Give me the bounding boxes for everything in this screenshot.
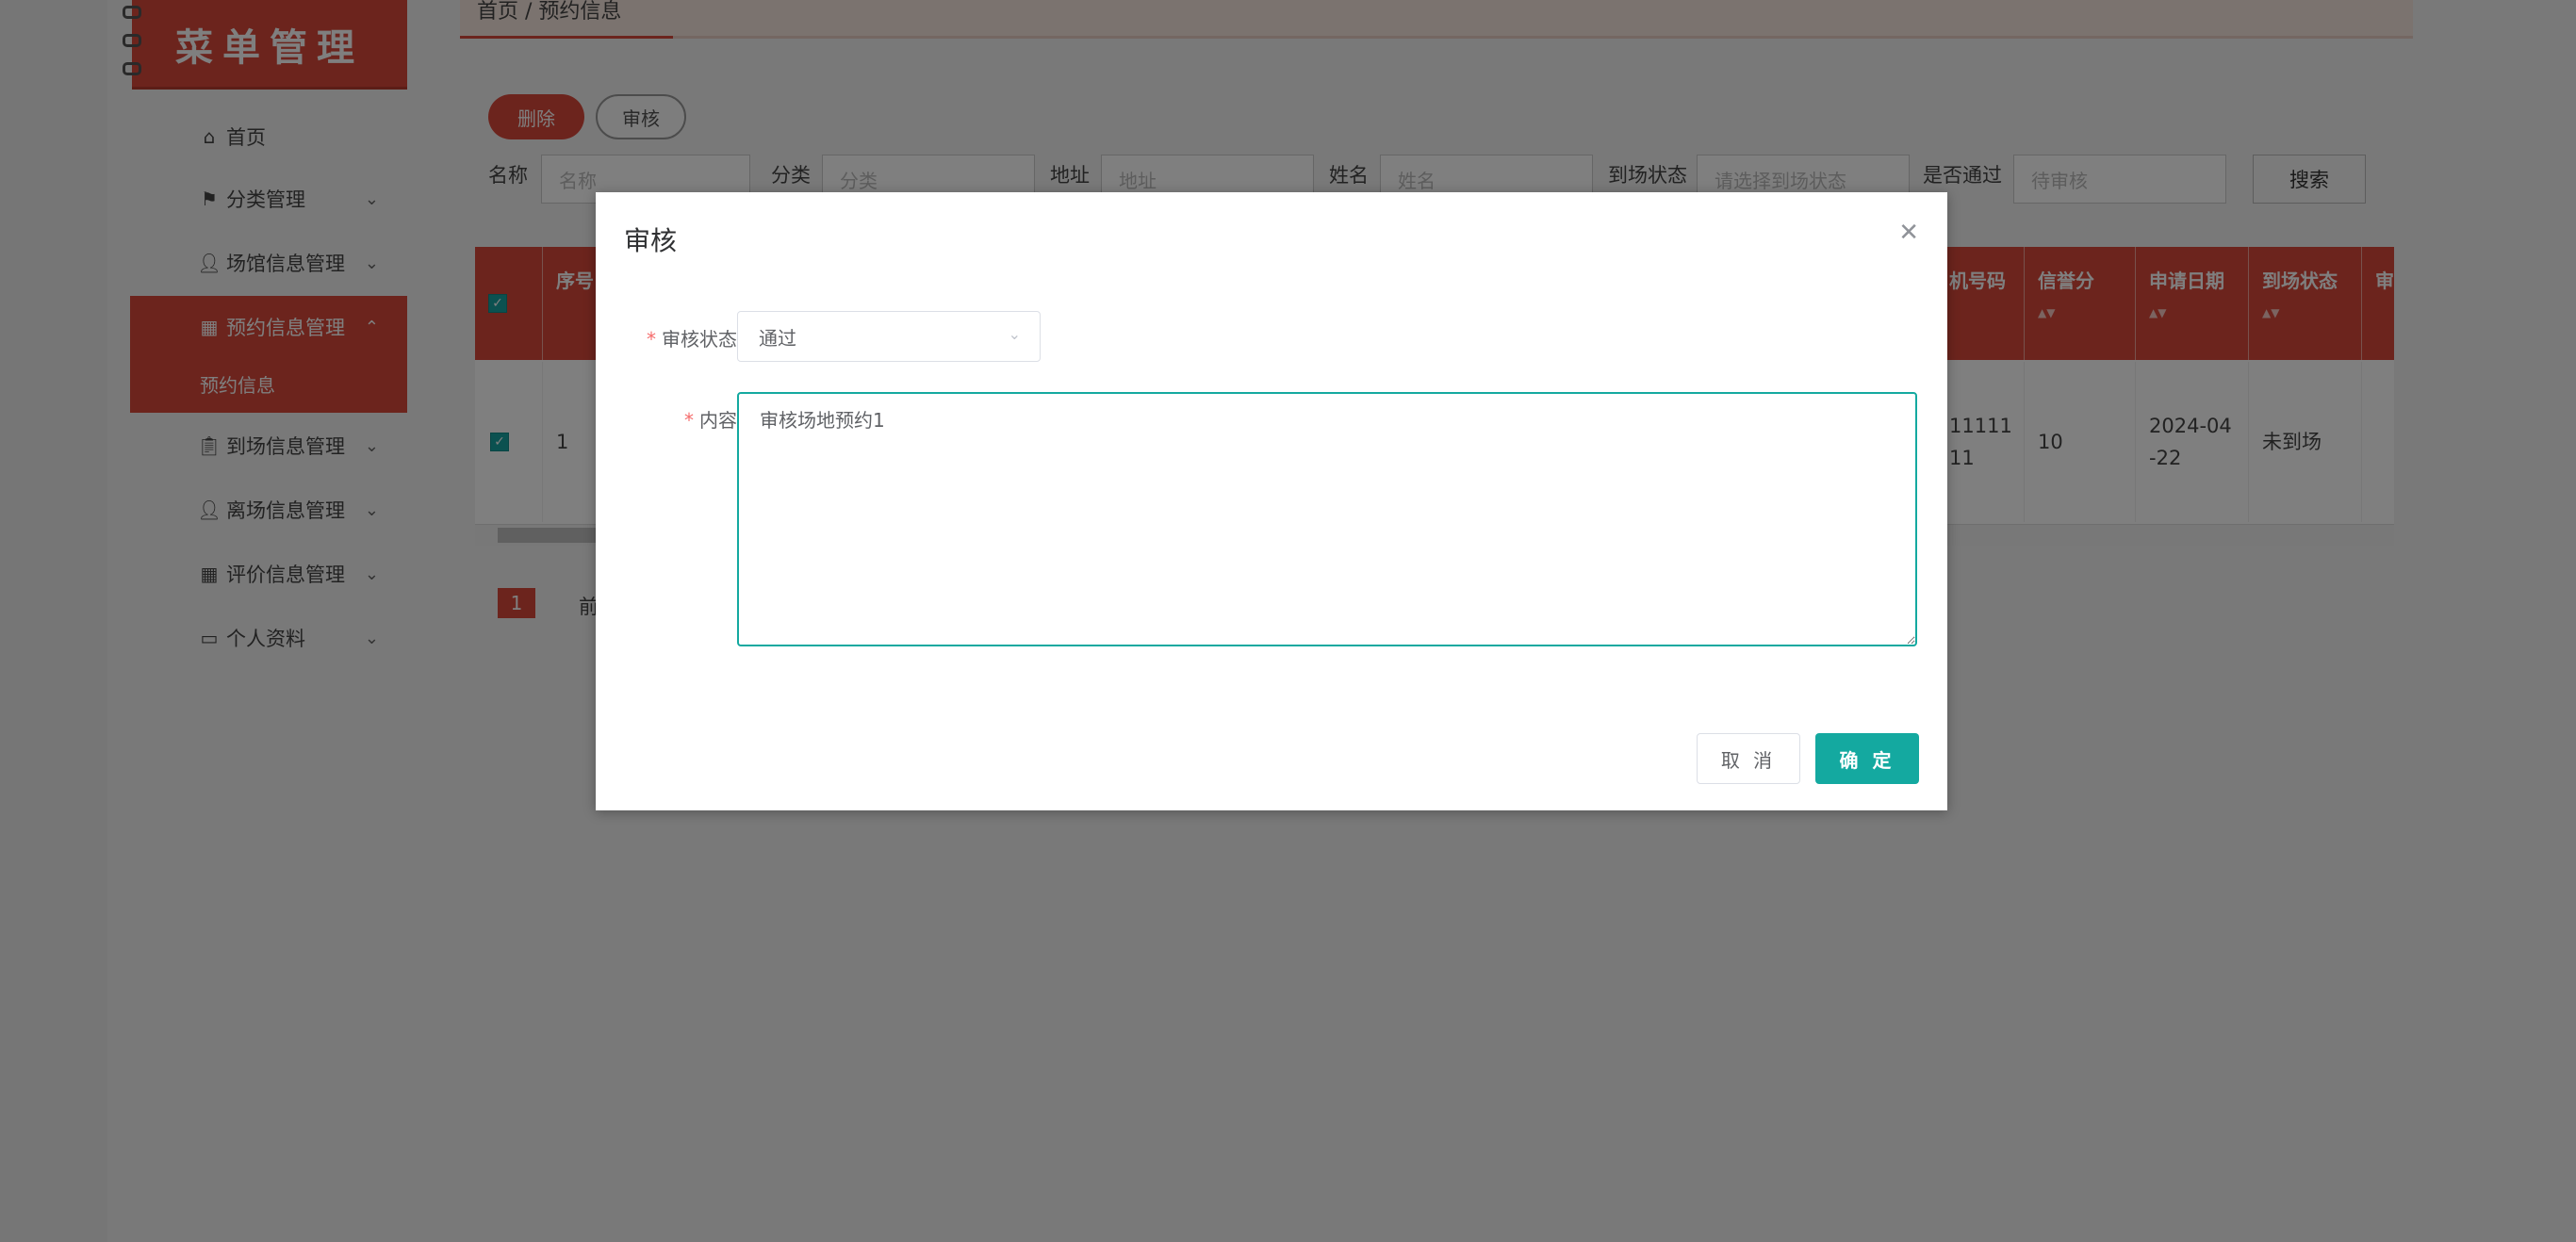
audit-status-select[interactable]: 通过 ⌄	[737, 311, 1041, 362]
status-label: * 审核状态	[596, 324, 737, 351]
required-asterisk: *	[647, 328, 656, 351]
confirm-button[interactable]: 确 定	[1815, 733, 1919, 784]
content-label: * 内容	[596, 405, 737, 433]
audit-status-value: 通过	[759, 326, 796, 350]
cancel-button[interactable]: 取 消	[1697, 733, 1800, 784]
close-icon[interactable]: ✕	[1898, 219, 1919, 247]
dialog-title: 审核	[624, 225, 678, 256]
required-asterisk: *	[684, 409, 694, 432]
audit-dialog: 审核 ✕ * 审核状态 通过 ⌄ * 内容 审核场地预约1 取 消 确 定	[596, 192, 1947, 810]
content-textarea[interactable]: 审核场地预约1	[737, 392, 1917, 646]
chevron-down-icon: ⌄	[1008, 325, 1021, 343]
status-label-text: 审核状态	[662, 328, 737, 351]
content-label-text: 内容	[699, 409, 737, 432]
